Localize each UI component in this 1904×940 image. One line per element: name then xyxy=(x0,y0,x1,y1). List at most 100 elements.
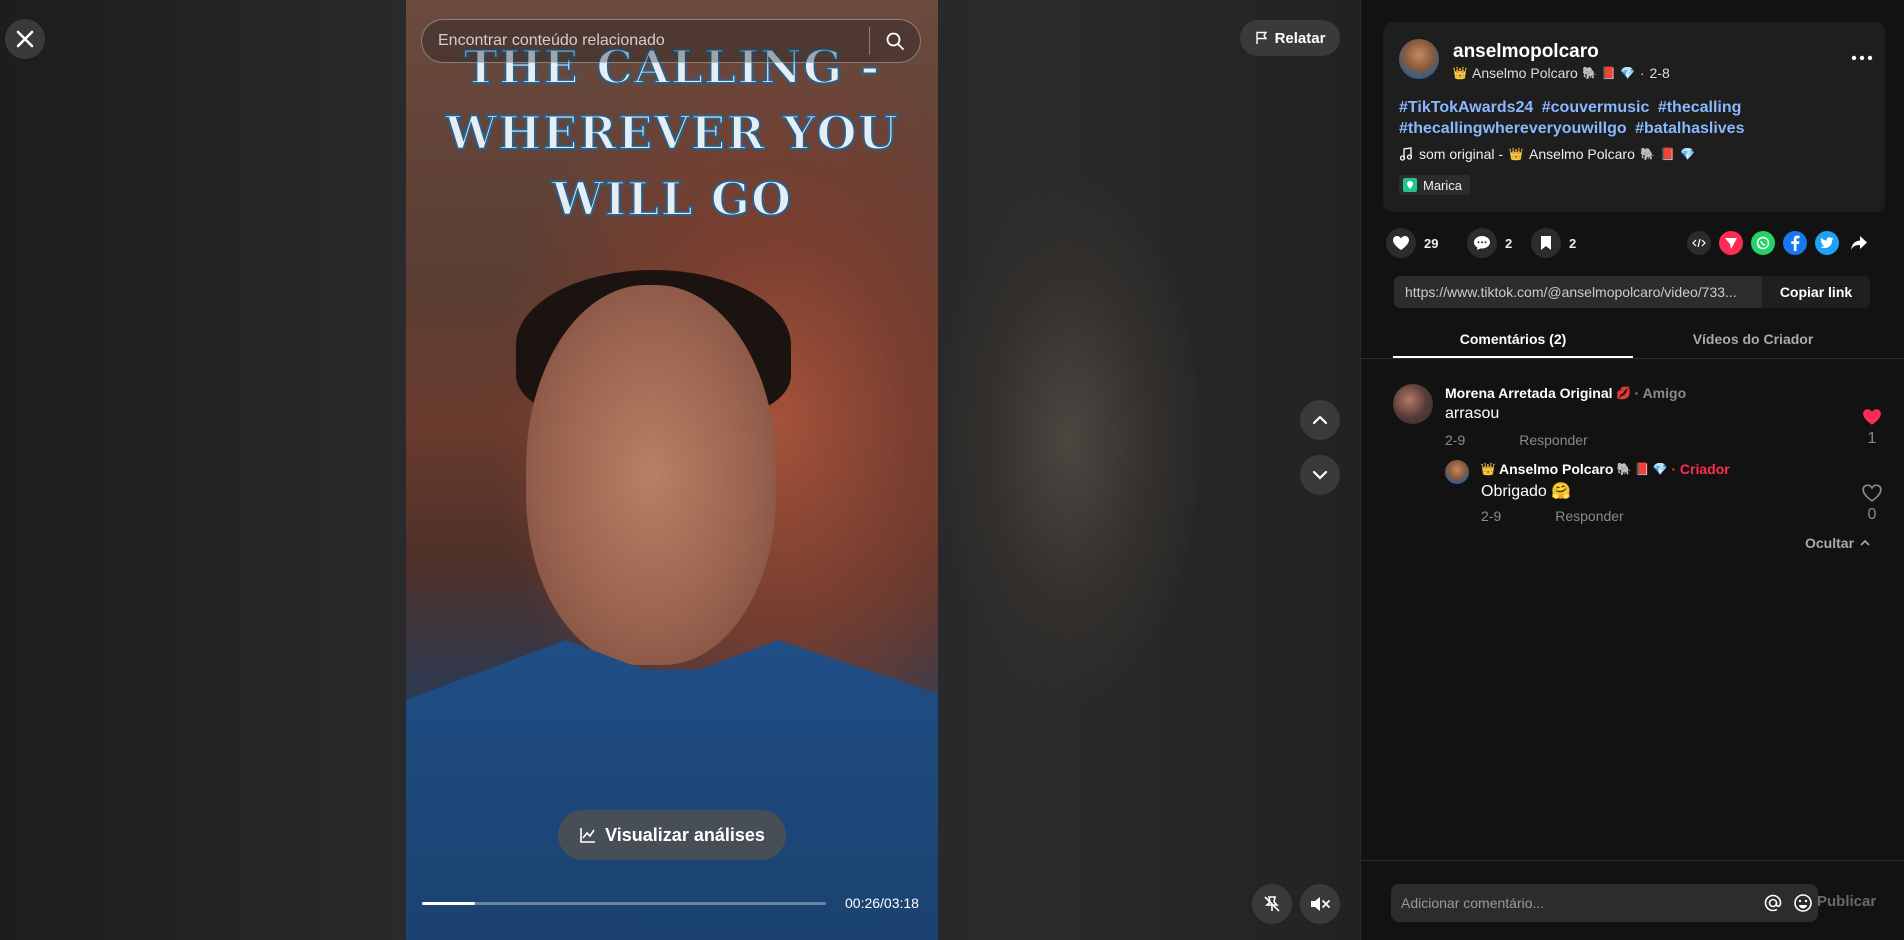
comment-composer xyxy=(1391,884,1818,922)
hashtag-link[interactable]: #couvermusic xyxy=(1542,99,1650,116)
panel-tabs: Comentários (2) Vídeos do Criador xyxy=(1393,322,1873,358)
creator-tag: · Criador xyxy=(1671,461,1730,477)
author-subline: 👑 Anselmo Polcaro 🐘 📕 💎 · 2-8 xyxy=(1453,65,1670,81)
reply-date: 2-9 xyxy=(1481,508,1502,524)
heart-outline-icon[interactable] xyxy=(1862,484,1882,502)
comment-like-count: 1 xyxy=(1867,430,1877,447)
embed-code-icon xyxy=(1692,238,1706,248)
music-note-icon xyxy=(1399,147,1413,161)
music-title: som original - xyxy=(1419,146,1504,162)
hide-replies-label: Ocultar xyxy=(1805,535,1855,551)
twitter-share-button[interactable] xyxy=(1815,231,1839,255)
facebook-share-button[interactable] xyxy=(1783,231,1807,255)
comment-like: 1 xyxy=(1860,408,1884,448)
close-icon xyxy=(16,30,34,48)
reply-author-name[interactable]: Anselmo Polcaro xyxy=(1499,461,1613,477)
hide-replies-button[interactable]: Ocultar xyxy=(1805,535,1870,551)
reply-meta: 2-9 Responder xyxy=(1481,508,1624,524)
reply-like-count: 0 xyxy=(1867,506,1877,523)
smiley-icon xyxy=(1794,894,1812,912)
reply-button[interactable]: Responder xyxy=(1555,508,1624,524)
report-label: Relatar xyxy=(1274,29,1326,47)
reply-avatar[interactable] xyxy=(1445,460,1469,484)
tab-comments[interactable]: Comentários (2) xyxy=(1393,322,1633,358)
video-player[interactable]: THE CALLING - WHEREVER YOU WILL GO xyxy=(406,0,938,940)
subline-dot: · xyxy=(1639,65,1645,81)
more-options-button[interactable] xyxy=(1849,48,1875,68)
details-panel: anselmopolcaro 👑 Anselmo Polcaro 🐘 📕 💎 ·… xyxy=(1360,0,1904,940)
view-analytics-button[interactable]: Visualizar análises xyxy=(558,810,786,860)
comment-avatar[interactable] xyxy=(1393,384,1433,424)
comment-author-name[interactable]: Morena Arretada Original xyxy=(1445,385,1613,401)
emoji-button[interactable] xyxy=(1788,888,1818,918)
comment-button[interactable] xyxy=(1467,228,1497,258)
more-share-button[interactable] xyxy=(1847,231,1871,255)
hashtag-link[interactable]: #thecalling xyxy=(1658,99,1742,116)
book-icon: 📕 xyxy=(1634,462,1650,476)
gem-icon: 💎 xyxy=(1620,66,1636,80)
chevron-up-icon xyxy=(1860,539,1870,546)
video-progress-bar[interactable] xyxy=(422,902,826,905)
whatsapp-share-button[interactable] xyxy=(1751,231,1775,255)
location-tag[interactable]: Marica xyxy=(1399,175,1471,195)
next-video-button[interactable] xyxy=(1300,455,1340,495)
video-person-face xyxy=(526,285,776,665)
save-button[interactable] xyxy=(1531,228,1561,258)
book-icon: 📕 xyxy=(1601,66,1617,80)
comment-count: 2 xyxy=(1505,235,1513,251)
hashtag-link[interactable]: #TikTokAwards24 xyxy=(1399,99,1533,116)
save-stat: 2 xyxy=(1531,228,1576,258)
comment-text: arrasou xyxy=(1445,405,1500,422)
flag-icon xyxy=(1255,31,1267,44)
hashtag-list: #TikTokAwards24 #couvermusic #thecalling… xyxy=(1399,97,1869,139)
video-title-line: WHEREVER YOU xyxy=(444,105,899,161)
author-username[interactable]: anselmopolcaro xyxy=(1453,41,1599,63)
search-button[interactable] xyxy=(870,19,920,63)
video-overlay-title: THE CALLING - WHEREVER YOU WILL GO xyxy=(406,34,938,232)
elephant-icon: 🐘 xyxy=(1582,66,1598,80)
related-search-bar xyxy=(421,19,921,63)
reply-text: Obrigado 🤗 xyxy=(1481,483,1572,500)
post-date: 2-8 xyxy=(1649,65,1670,81)
comment-meta: 2-9 Responder xyxy=(1445,432,1588,448)
floating-player-button[interactable] xyxy=(1252,884,1292,924)
hashtag-link[interactable]: #batalhaslives xyxy=(1635,120,1744,137)
composer-divider xyxy=(1361,860,1904,861)
gem-icon: 💎 xyxy=(1652,462,1668,476)
publish-button[interactable]: Publicar xyxy=(1817,893,1876,910)
search-input[interactable] xyxy=(422,31,869,51)
more-horizontal-icon xyxy=(1851,55,1873,61)
copy-link-button[interactable]: Copiar link xyxy=(1762,276,1870,308)
comment-stat: 2 xyxy=(1467,228,1512,258)
mention-button[interactable] xyxy=(1758,888,1788,918)
bookmark-icon xyxy=(1541,236,1551,250)
whatsapp-icon xyxy=(1756,236,1770,250)
gem-icon: 💎 xyxy=(1680,147,1696,161)
elephant-icon: 🐘 xyxy=(1640,147,1656,161)
reply-author: 👑 Anselmo Polcaro 🐘 📕 💎 · Criador xyxy=(1481,461,1730,477)
mute-button[interactable] xyxy=(1300,884,1340,924)
reply-like: 0 xyxy=(1860,484,1884,524)
report-button[interactable]: Relatar xyxy=(1240,20,1340,56)
blurred-background xyxy=(940,180,1200,700)
share-link-text[interactable]: https://www.tiktok.com/@anselmopolcaro/v… xyxy=(1394,284,1762,300)
previous-video-button[interactable] xyxy=(1300,400,1340,440)
pin-off-icon xyxy=(1264,896,1280,912)
close-button[interactable] xyxy=(5,19,45,59)
send-to-friends-button[interactable] xyxy=(1719,231,1743,255)
tabs-divider xyxy=(1361,358,1904,359)
comment-input[interactable] xyxy=(1391,894,1758,912)
crown-icon: 👑 xyxy=(1452,66,1468,80)
tab-creator-videos[interactable]: Vídeos do Criador xyxy=(1633,322,1873,358)
author-avatar[interactable] xyxy=(1399,39,1439,79)
save-count: 2 xyxy=(1569,235,1577,251)
embed-button[interactable] xyxy=(1687,231,1711,255)
reply-button[interactable]: Responder xyxy=(1519,432,1588,448)
chevron-up-icon xyxy=(1312,415,1328,425)
heart-icon xyxy=(1393,236,1409,250)
music-link[interactable]: som original - 👑 Anselmo Polcaro 🐘 📕 💎 xyxy=(1399,146,1695,162)
like-button[interactable] xyxy=(1386,228,1416,258)
hashtag-link[interactable]: #thecallingwhereveryouwillgo xyxy=(1399,120,1627,137)
crown-icon: 👑 xyxy=(1480,462,1496,476)
heart-filled-icon[interactable] xyxy=(1862,408,1882,426)
